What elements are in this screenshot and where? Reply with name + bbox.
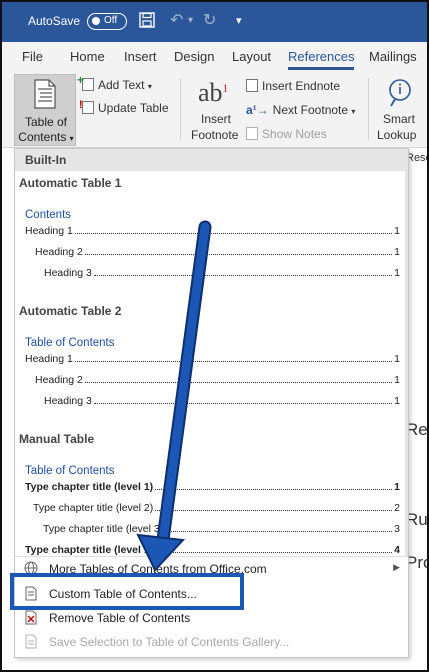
update-table-icon xyxy=(79,99,94,114)
document-text: Ru xyxy=(406,510,428,529)
smart-lookup-label-2[interactable]: Lookup xyxy=(377,128,416,142)
toc-entry: Type chapter title (level 1) 4 xyxy=(25,544,400,556)
undo-icon[interactable]: ↶ xyxy=(170,12,183,30)
tab-insert[interactable]: Insert xyxy=(124,49,157,64)
save-icon[interactable] xyxy=(139,12,155,33)
document-text: Rea xyxy=(406,420,428,439)
toc-title: Table of Contents xyxy=(25,465,115,477)
gallery-scrollbar[interactable] xyxy=(405,171,408,556)
autosave-state: Off xyxy=(104,15,118,26)
insert-endnote-label: Insert Endnote xyxy=(262,79,341,93)
next-footnote-label: Next Footnote xyxy=(272,103,349,117)
toc-title: Contents xyxy=(25,209,72,221)
toc-label-line1: Table of xyxy=(24,115,68,129)
toc-label-line2: Contents ▾ xyxy=(18,130,74,144)
smart-lookup-label-1[interactable]: Smart xyxy=(383,112,415,126)
update-table-label: Update Table xyxy=(98,101,169,115)
toc-entry: Heading 21 xyxy=(35,374,400,386)
insert-footnote-label-1[interactable]: Insert xyxy=(201,112,231,126)
tab-mailings[interactable]: Mailings xyxy=(369,49,417,64)
insert-footnote-icon[interactable]: ab1 xyxy=(198,78,228,108)
next-footnote-button[interactable]: a¹→ Next Footnote ▾ xyxy=(246,103,355,117)
tab-design[interactable]: Design xyxy=(174,49,214,64)
references-ribbon: Table of Contents ▾ Add Text ▾ Update Ta… xyxy=(2,72,427,148)
toc-entry: Heading 31 xyxy=(44,395,400,407)
menu-item-label: Save Selection to Table of Contents Gall… xyxy=(49,635,290,649)
remove-toc-menu-item[interactable]: Remove Table of Contents xyxy=(15,607,408,629)
insert-endnote-button[interactable]: Insert Endnote xyxy=(246,79,340,93)
ribbon-divider xyxy=(368,78,369,140)
word-window: AutoSave Off ↶ ▾ ↻ ▾ File Home Insert De… xyxy=(0,0,429,672)
next-footnote-icon: a¹→ xyxy=(246,103,269,117)
toc-icon xyxy=(34,79,56,109)
customize-toolbar-icon[interactable]: ▾ xyxy=(236,12,242,30)
toc-entry: Heading 11 xyxy=(25,225,400,237)
add-text-label: Add Text xyxy=(98,78,145,92)
section-name: Automatic Table 1 xyxy=(19,176,122,190)
autosave-toggle[interactable]: Off xyxy=(87,13,127,30)
show-notes-icon xyxy=(246,127,258,140)
tab-file[interactable]: File xyxy=(22,49,43,64)
add-text-button[interactable]: Add Text ▾ xyxy=(77,73,152,92)
document-text: Pro xyxy=(406,553,427,572)
save-gallery-icon xyxy=(23,634,39,650)
section-name: Manual Table xyxy=(19,432,95,446)
toc-entry: Heading 21 xyxy=(35,246,400,258)
title-bar: AutoSave Off ↶ ▾ ↻ ▾ xyxy=(2,2,427,42)
tab-references[interactable]: References xyxy=(288,49,355,70)
undo-dropdown-icon[interactable]: ▾ xyxy=(188,12,193,30)
research-group-label: Rese xyxy=(406,152,427,164)
toggle-knob xyxy=(92,17,100,25)
highlight-box xyxy=(10,573,244,610)
insert-endnote-icon xyxy=(246,79,258,92)
toc-entry: Heading 11 xyxy=(25,353,400,365)
insert-footnote-label-2[interactable]: Footnote xyxy=(191,128,238,142)
toc-entry: Type chapter title (level 1) 1 xyxy=(25,481,400,493)
show-notes-button[interactable]: Show Notes xyxy=(246,127,327,141)
tab-home[interactable]: Home xyxy=(70,49,105,64)
built-in-label: Built-In xyxy=(25,153,67,167)
built-in-header: Built-In xyxy=(15,149,408,171)
add-text-icon xyxy=(77,73,94,91)
tab-layout[interactable]: Layout xyxy=(232,49,271,64)
remove-toc-icon xyxy=(23,610,39,626)
save-selection-menu-item[interactable]: Save Selection to Table of Contents Gall… xyxy=(15,631,408,653)
ribbon-tabs: File Home Insert Design Layout Reference… xyxy=(2,42,427,72)
toc-title: Table of Contents xyxy=(25,337,115,349)
section-name: Automatic Table 2 xyxy=(19,304,122,318)
menu-divider xyxy=(15,556,408,557)
toc-entry: Type chapter title (level 3) 3 xyxy=(43,523,400,535)
menu-item-label: Remove Table of Contents xyxy=(49,611,191,625)
redo-icon[interactable]: ↻ xyxy=(203,12,216,30)
update-table-button[interactable]: Update Table xyxy=(79,99,169,115)
smart-lookup-icon[interactable] xyxy=(385,78,415,111)
ribbon-divider xyxy=(180,78,181,140)
table-of-contents-button[interactable]: Table of Contents ▾ xyxy=(14,74,76,146)
toc-entry: Type chapter title (level 2) 2 xyxy=(33,502,400,514)
submenu-arrow-icon: ▶ xyxy=(393,562,400,572)
show-notes-label: Show Notes xyxy=(262,127,327,141)
autosave-label: AutoSave xyxy=(28,14,81,28)
toc-entry: Heading 31 xyxy=(44,267,400,279)
